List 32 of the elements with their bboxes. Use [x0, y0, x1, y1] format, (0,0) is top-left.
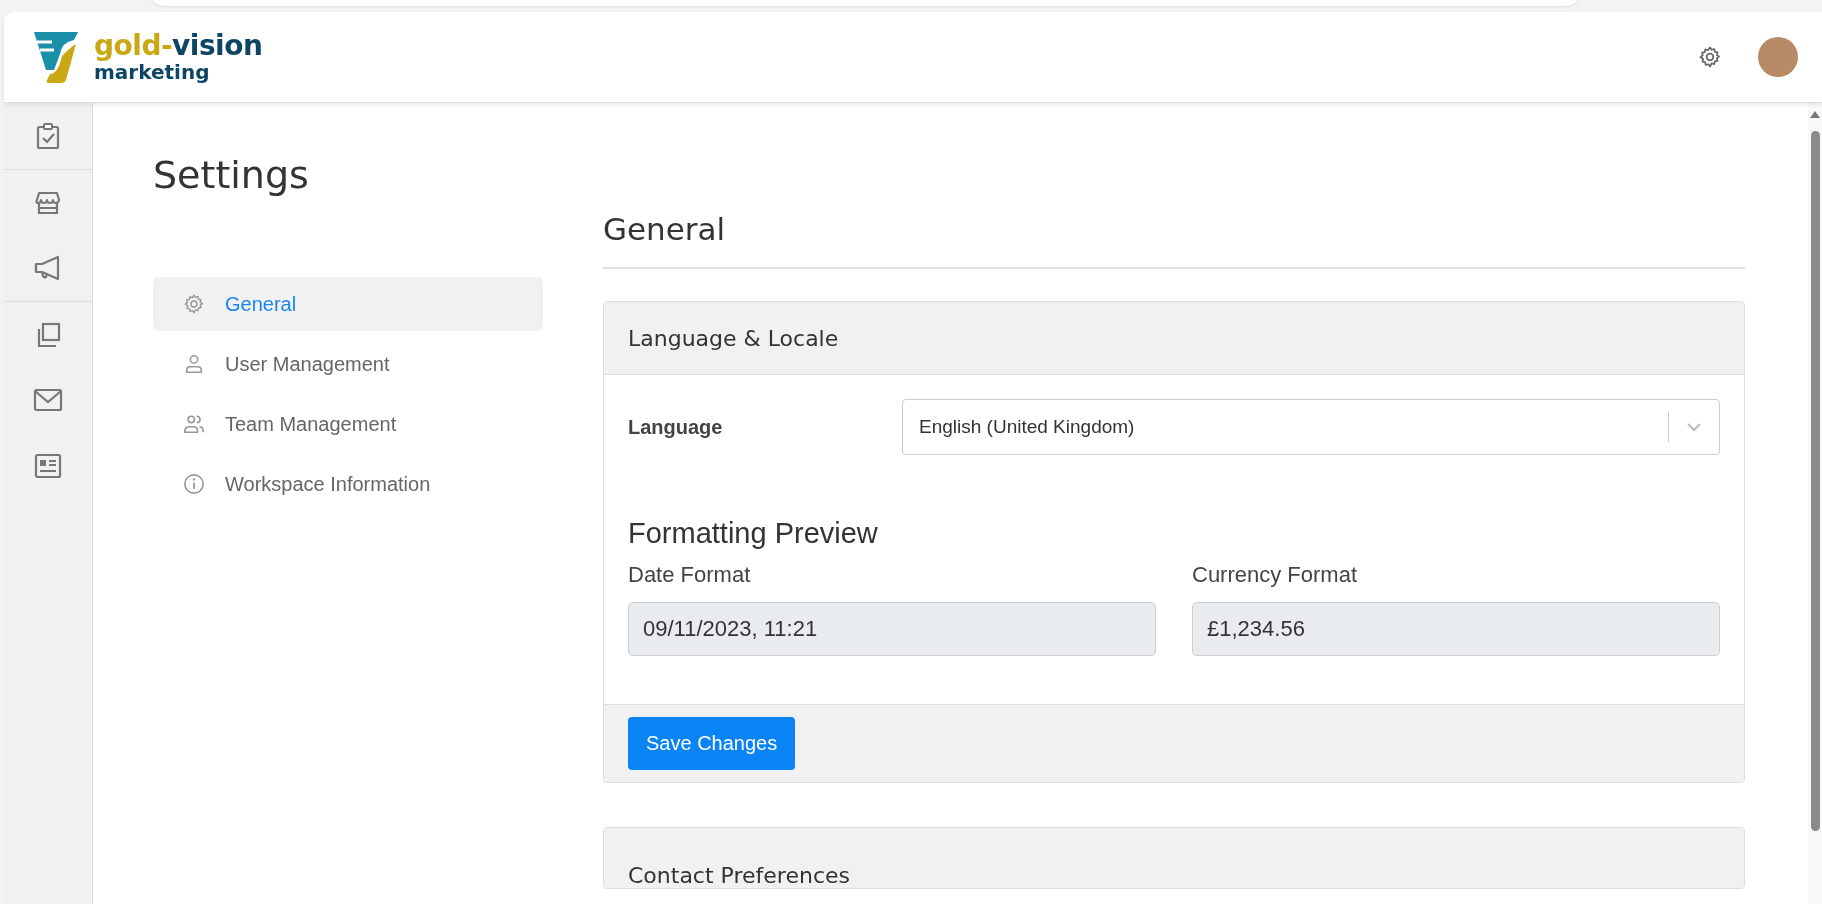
scroll-up-icon[interactable] — [1809, 109, 1821, 119]
field-label: Date Format — [628, 562, 752, 588]
field-label: Language — [628, 415, 724, 439]
info-icon — [183, 473, 205, 495]
newspaper-icon — [34, 453, 62, 479]
readonly-field[interactable]: 09/11/2023, 11:21 — [628, 602, 1156, 656]
mail-icon — [33, 388, 63, 412]
settings-nav-item[interactable]: Workspace Information — [153, 457, 543, 511]
language-dropdown[interactable]: English (United Kingdom) — [902, 399, 1720, 455]
readonly-field[interactable]: £1,234.56 — [1192, 602, 1720, 656]
preview-title: Formatting Preview — [628, 517, 879, 550]
settings-nav-item[interactable]: General — [153, 277, 543, 331]
brand-tagline: marketing — [94, 62, 211, 82]
scrollbar-thumb[interactable] — [1810, 131, 1820, 831]
page-title: Settings — [153, 153, 310, 197]
people-icon — [183, 413, 205, 435]
card-title: Language & Locale — [628, 325, 839, 351]
section-title: General — [603, 103, 1745, 269]
clipboard-check-icon — [34, 122, 62, 150]
logo-icon — [32, 30, 80, 84]
brand-name: gold-vision — [94, 32, 263, 60]
settings-icon — [1698, 45, 1722, 69]
scrollbar[interactable] — [1808, 103, 1822, 904]
settings-nav-item[interactable]: User Management — [153, 337, 543, 391]
user-icon — [183, 353, 205, 375]
field-label: Currency Format — [1192, 562, 1359, 588]
chevron-down-icon — [1685, 421, 1703, 433]
card-title: Contact Preferences — [628, 863, 850, 888]
save-changes-button[interactable]: Save Changes — [628, 717, 796, 770]
gear-icon — [183, 293, 205, 315]
settings-nav-item[interactable]: Team Management — [153, 397, 543, 451]
user-avatar[interactable] — [1758, 37, 1798, 77]
